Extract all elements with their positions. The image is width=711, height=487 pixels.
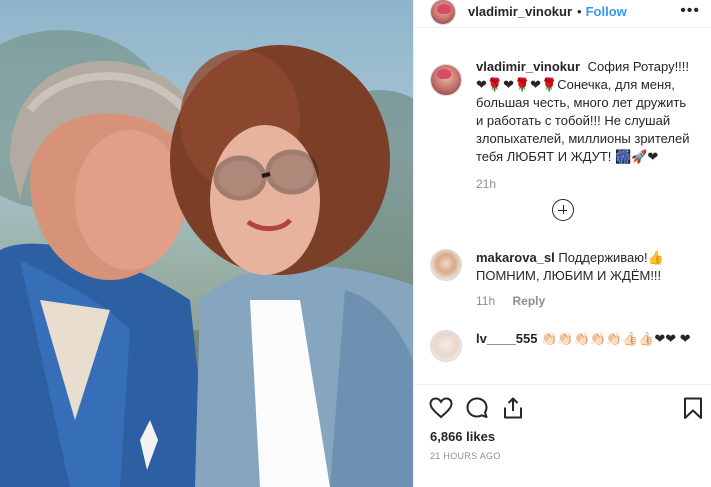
post-header: vladimir_vinokur • Follow ••• [414,0,711,28]
likes-count[interactable]: 6,866 likes [430,429,495,444]
bookmark-icon[interactable] [680,395,706,421]
commenter-avatar[interactable] [430,249,462,281]
author-username[interactable]: vladimir_vinokur [468,4,572,19]
comment-icon[interactable] [464,395,490,421]
post-timestamp[interactable]: 21 HOURS AGO [430,451,501,461]
post-sidebar: vladimir_vinokur • Follow ••• vladimir_v… [413,0,711,487]
author-avatar[interactable] [430,0,456,25]
heart-icon[interactable] [428,395,454,421]
comment-item: lv____555 👏🏻👏🏻👏🏻👏🏻👏🏻👍🏻👍🏻❤❤ ❤ [430,330,700,362]
commenter-avatar[interactable] [430,330,462,362]
comment-time[interactable]: 11h [476,294,495,308]
caption-avatar[interactable] [430,64,462,96]
caption-text: София Ротару!!!! ❤🌹❤🌹❤🌹Сонечка, для меня… [476,59,690,164]
comment-username[interactable]: lv____555 [476,331,537,346]
separator-dot: • [577,4,582,19]
load-more-comments-icon[interactable] [552,199,574,221]
comment-username[interactable]: makarova_sl [476,250,555,265]
photo-illustration [0,30,413,487]
share-icon[interactable] [500,395,526,421]
more-options-icon[interactable]: ••• [680,2,700,20]
post-actions: 6,866 likes 21 HOURS AGO [414,384,711,487]
reply-button[interactable]: Reply [512,294,545,308]
follow-button[interactable]: Follow [586,4,627,19]
caption-username[interactable]: vladimir_vinokur [476,59,580,74]
comment-item: makarova_sl Поддерживаю!👍 ПОМНИМ, ЛЮБИМ … [430,249,700,310]
comment-text: 👏🏻👏🏻👏🏻👏🏻👏🏻👍🏻👍🏻❤❤ ❤ [541,331,691,346]
comments-section[interactable]: vladimir_vinokur София Ротару!!!! ❤🌹❤🌹❤🌹… [414,58,711,384]
post-caption: vladimir_vinokur София Ротару!!!! ❤🌹❤🌹❤🌹… [414,58,711,193]
post-photo[interactable] [0,0,413,487]
caption-time[interactable]: 21h [476,175,496,193]
